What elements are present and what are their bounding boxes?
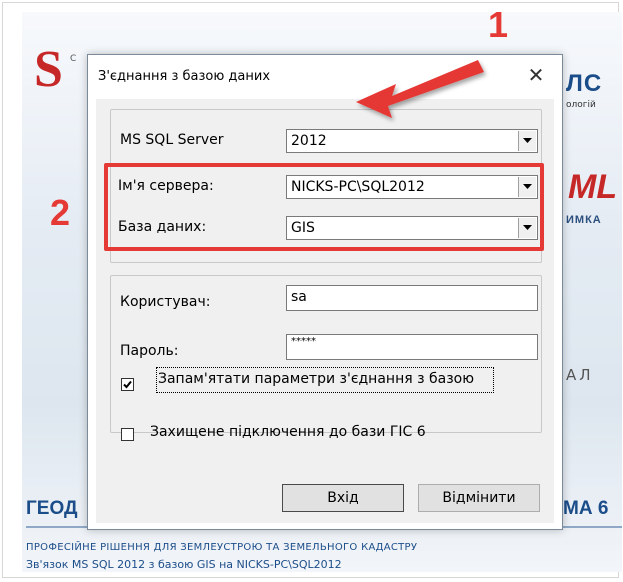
annotation-arrow-icon <box>356 60 484 118</box>
